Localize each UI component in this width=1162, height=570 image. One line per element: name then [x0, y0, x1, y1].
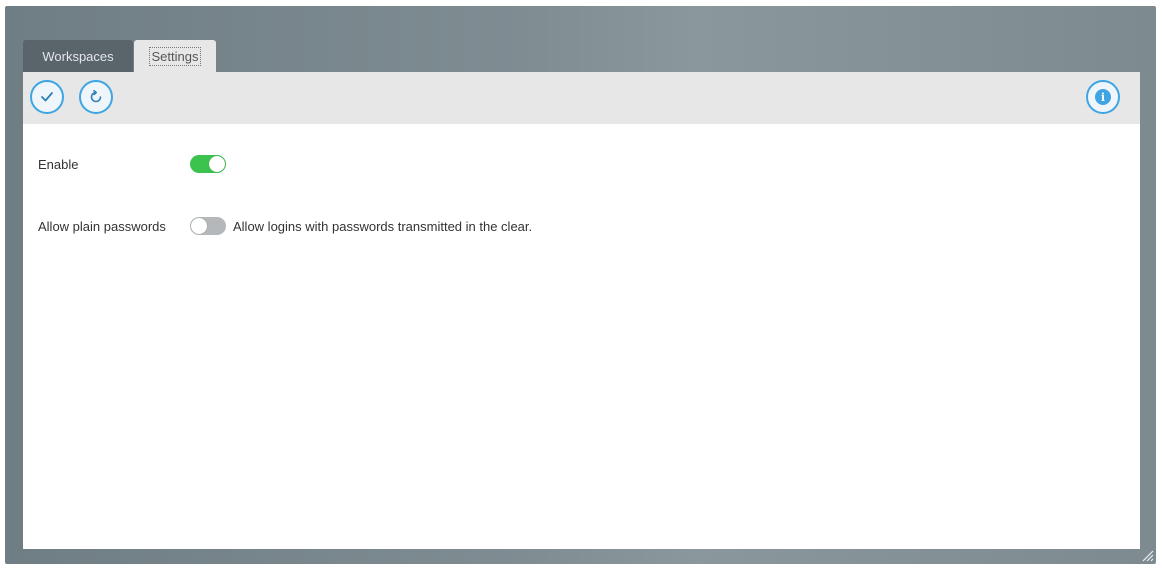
enable-row: Enable [38, 155, 226, 173]
check-icon [41, 92, 53, 102]
refresh-icon [90, 90, 102, 103]
allow-plain-passwords-description: Allow logins with passwords transmitted … [233, 218, 533, 234]
toolbar: i [23, 72, 1140, 124]
toggle-knob [209, 156, 225, 172]
resize-grip-icon[interactable] [1140, 548, 1154, 562]
apply-button[interactable] [30, 80, 64, 114]
info-icon: i [1095, 89, 1111, 105]
allow-plain-passwords-row: Allow plain passwords Allow logins with … [38, 217, 532, 235]
tab-workspaces[interactable]: Workspaces [23, 40, 133, 72]
tab-settings-label: Settings [148, 46, 202, 66]
settings-panel: i Enable Allow plain passwords Allow log… [23, 72, 1140, 549]
enable-label: Enable [38, 156, 79, 172]
allow-plain-passwords-toggle[interactable] [190, 217, 226, 235]
refresh-button[interactable] [79, 80, 113, 114]
tab-bar: Workspaces Settings [23, 38, 216, 72]
toggle-knob [191, 218, 207, 234]
allow-plain-passwords-label: Allow plain passwords [38, 218, 166, 234]
tab-settings[interactable]: Settings [134, 40, 216, 72]
enable-toggle[interactable] [190, 155, 226, 173]
info-button[interactable]: i [1086, 80, 1120, 114]
app-window: Workspaces Settings i Enable Allow plain… [5, 6, 1156, 564]
